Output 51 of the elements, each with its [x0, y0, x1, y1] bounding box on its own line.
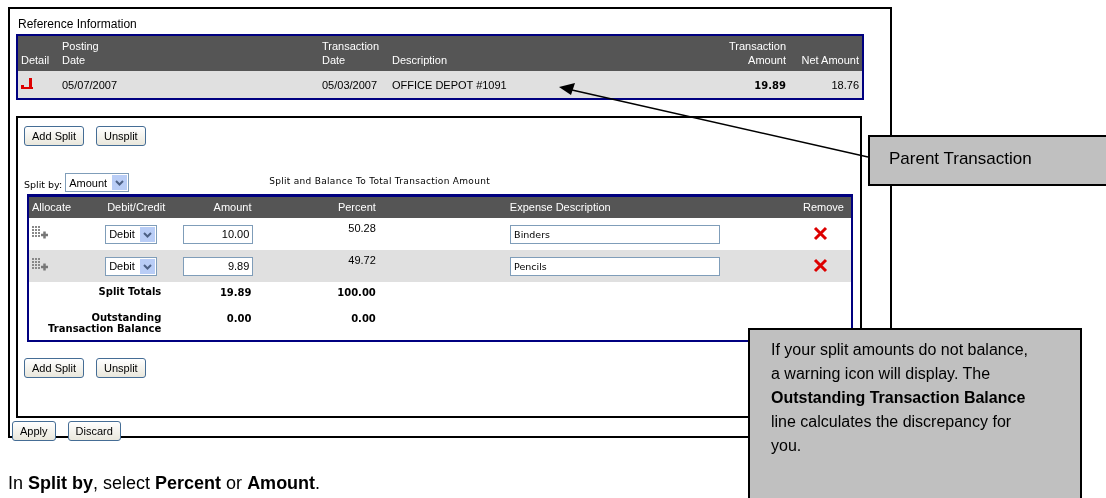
callout: If your split amounts do not balance, a warning icon will display. The Outstanding Transaction Balance line calculates the discrepancy for you. — [748, 328, 1082, 498]
table-cell: OFFICE DEPOT #1091 — [392, 78, 507, 91]
column-header: Description — [392, 53, 448, 67]
caret-icon — [112, 175, 128, 190]
split-button[interactable]: Add Split — [24, 358, 85, 378]
column-header: Transaction Amount — [728, 39, 786, 67]
column-header: Transaction Date — [322, 39, 380, 67]
debit-credit-dropdown[interactable]: Debit — [105, 256, 157, 276]
column-header: Allocate — [32, 200, 72, 214]
caret-icon — [139, 226, 155, 242]
column-header: Percent — [337, 200, 376, 214]
split-button[interactable]: Unsplit — [96, 358, 146, 378]
split-button[interactable]: Unsplit — [96, 126, 146, 146]
column-header: Posting Date — [62, 39, 99, 67]
split-by-dropdown[interactable]: Amount — [65, 173, 130, 192]
column-header: Remove — [803, 200, 845, 214]
totals-label: Split Totals — [97, 286, 162, 297]
split-by-label: Split by: — [24, 179, 63, 190]
action-button[interactable]: Discard — [67, 421, 121, 441]
column-header: Expense Description — [509, 200, 611, 214]
table-cell: 18.76 — [831, 78, 859, 91]
table-cell: 19.89 — [754, 79, 786, 91]
description-field[interactable]: Binders — [510, 224, 721, 244]
column-header: Debit/Credit — [106, 200, 166, 214]
balance-note: Split and Balance To Total Transaction Amount — [269, 176, 490, 186]
grid-add-icon[interactable] — [32, 258, 48, 272]
table-cell: 0.00 — [226, 313, 252, 324]
table-cell: 100.00 — [337, 287, 376, 298]
action-button[interactable]: Apply — [12, 421, 56, 441]
totals-label: Outstanding Transaction Balance — [47, 312, 162, 334]
description-field[interactable]: Pencils — [510, 256, 721, 276]
split-button[interactable]: Add Split — [24, 126, 85, 146]
table-cell: 19.89 — [219, 287, 252, 298]
remove-icon[interactable] — [813, 257, 829, 273]
grid-add-icon[interactable] — [32, 226, 48, 240]
table-cell: 49.72 — [348, 254, 376, 266]
column-header: Amount — [213, 200, 252, 214]
callout: Parent Transaction — [868, 135, 1106, 186]
amount-field[interactable]: 10.00 — [183, 224, 254, 244]
column-header: Detail — [21, 53, 50, 67]
table-cell: 05/07/2007 — [62, 78, 118, 91]
table-cell: 0.00 — [351, 313, 376, 324]
instruction-text: In Split by, select Percent or Amount. — [8, 473, 321, 494]
caret-icon — [139, 258, 155, 274]
table-cell: 05/03/2007 — [322, 78, 378, 91]
section-title: Reference Information — [18, 17, 137, 31]
column-header: Net Amount — [801, 53, 859, 67]
table-cell: 50.28 — [348, 222, 376, 234]
debit-credit-dropdown[interactable]: Debit — [105, 224, 157, 244]
remove-icon[interactable] — [813, 225, 829, 241]
amount-field[interactable]: 9.89 — [183, 256, 254, 276]
